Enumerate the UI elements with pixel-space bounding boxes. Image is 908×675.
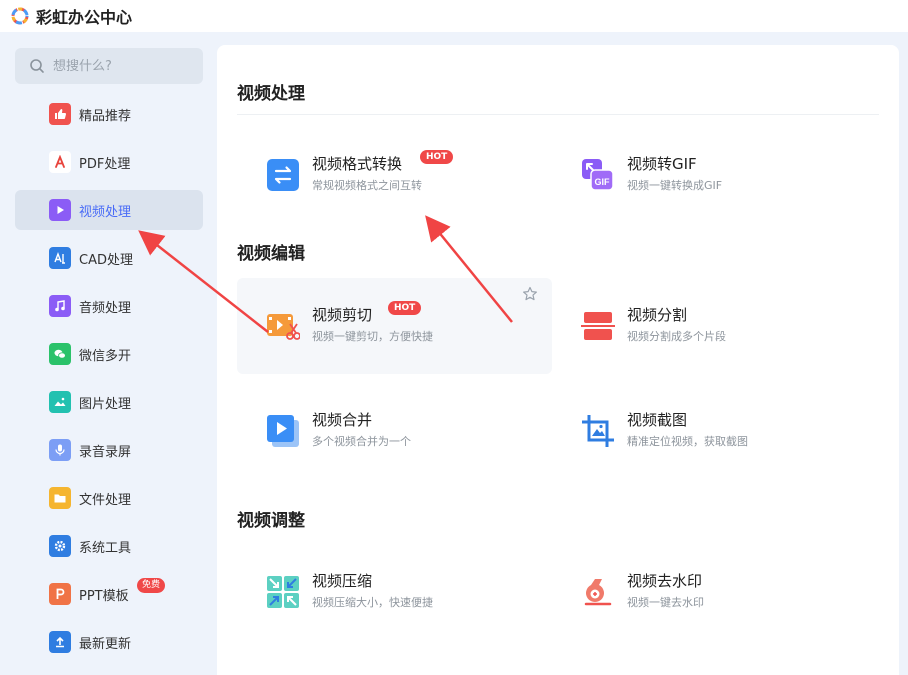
title-bar: 彩虹办公中心 (0, 0, 908, 32)
gif-icon-text: GIF (595, 177, 611, 187)
search-icon (30, 59, 44, 73)
card-name: 视频截图 (627, 411, 688, 429)
upload-icon (49, 631, 71, 653)
card-video-split[interactable]: 视频分割 视频分割成多个片段 (552, 278, 867, 374)
sidebar-item-wechat[interactable]: 微信多开 (15, 334, 203, 374)
music-icon (49, 295, 71, 317)
sidebar-item-label: 精品推荐 (79, 108, 132, 124)
pdf-icon (49, 151, 71, 173)
divider (237, 114, 879, 115)
folder-icon (49, 487, 71, 509)
sidebar-item-label: 微信多开 (79, 348, 132, 364)
sidebar-item-label: CAD处理 (79, 252, 133, 268)
microphone-icon (49, 439, 71, 461)
sidebar-item-ppt[interactable]: PPT模板 免费 (15, 574, 203, 614)
card-desc: 视频一键剪切，方便快捷 (312, 330, 433, 343)
thumbs-up-icon (49, 103, 71, 125)
card-video-merge[interactable]: 视频合并 多个视频合并为一个 (237, 383, 552, 479)
sidebar-item-label: 图片处理 (79, 396, 132, 412)
sidebar-item-cad[interactable]: CAD处理 (15, 238, 203, 278)
section-title-video-processing: 视频处理 (237, 84, 305, 104)
card-name: 视频分割 (627, 306, 688, 324)
split-icon (581, 312, 615, 340)
sidebar-item-updates[interactable]: 最新更新 (15, 622, 203, 662)
card-name: 视频合并 (312, 411, 373, 429)
free-badge: 免费 (137, 578, 166, 593)
merge-icon (267, 415, 299, 447)
card-desc: 视频分割成多个片段 (627, 330, 726, 343)
hot-badge: HOT (388, 301, 422, 315)
sidebar-item-label: 视频处理 (79, 204, 132, 220)
card-name: 视频去水印 (627, 572, 703, 590)
card-video-screenshot[interactable]: 视频截图 精准定位视频，获取截图 (552, 383, 867, 479)
main-panel: 视频处理 视频格式转换 HOT 常规视频格式之间互转 GIF 视频转GIF 视频… (217, 45, 899, 675)
card-video-cut[interactable]: 视频剪切 HOT 视频一键剪切，方便快捷 (237, 278, 552, 374)
sidebar: 精品推荐 PDF处理 视频处理 CAD处理 音频处理 (0, 32, 217, 675)
card-name: 视频剪切 (312, 306, 373, 324)
card-name: 视频转GIF (627, 155, 697, 173)
image-icon (49, 391, 71, 413)
card-desc: 视频一键去水印 (627, 596, 704, 609)
search-box[interactable] (15, 48, 203, 84)
rainbow-logo-icon (11, 7, 29, 25)
sidebar-item-file[interactable]: 文件处理 (15, 478, 203, 518)
card-desc: 视频一键转换成GIF (627, 179, 723, 192)
app-title: 彩虹办公中心 (36, 8, 133, 27)
card-video-compress[interactable]: 视频压缩 视频压缩大小，快速便捷 (237, 544, 552, 640)
section-title-video-adjust: 视频调整 (237, 511, 305, 531)
sidebar-item-audio[interactable]: 音频处理 (15, 286, 203, 326)
sidebar-item-label: 最新更新 (79, 636, 132, 652)
sidebar-item-system[interactable]: 系统工具 (15, 526, 203, 566)
watermark-remove-icon (584, 579, 612, 606)
card-desc: 精准定位视频，获取截图 (627, 435, 748, 448)
card-desc: 常规视频格式之间互转 (312, 179, 422, 192)
search-input[interactable] (53, 58, 183, 74)
gif-icon: GIF (582, 159, 614, 191)
video-play-icon (49, 199, 71, 221)
sidebar-item-label: PPT模板 (79, 588, 129, 604)
sidebar-item-record[interactable]: 录音录屏 (15, 430, 203, 470)
convert-icon (267, 159, 299, 191)
sidebar-item-label: 音频处理 (79, 300, 132, 316)
ppt-icon (49, 583, 71, 605)
star-icon[interactable] (522, 286, 538, 302)
sidebar-item-pdf[interactable]: PDF处理 (15, 142, 203, 182)
crop-icon (582, 415, 614, 447)
card-video-to-gif[interactable]: GIF 视频转GIF 视频一键转换成GIF (552, 127, 867, 223)
video-cut-icon (267, 314, 300, 340)
card-video-watermark-remove[interactable]: 视频去水印 视频一键去水印 (552, 544, 867, 640)
wechat-icon (49, 343, 71, 365)
card-desc: 多个视频合并为一个 (312, 435, 411, 448)
card-name: 视频格式转换 (312, 155, 403, 173)
card-desc: 视频压缩大小，快速便捷 (312, 596, 433, 609)
sidebar-item-image[interactable]: 图片处理 (15, 382, 203, 422)
sidebar-item-video[interactable]: 视频处理 (15, 190, 203, 230)
sidebar-item-featured[interactable]: 精品推荐 (15, 94, 203, 134)
card-video-format-convert[interactable]: 视频格式转换 HOT 常规视频格式之间互转 (237, 127, 552, 223)
hot-badge: HOT (420, 150, 454, 164)
cad-icon (49, 247, 71, 269)
card-name: 视频压缩 (312, 572, 373, 590)
compress-icon (267, 576, 299, 608)
sidebar-item-label: 系统工具 (79, 540, 132, 556)
gear-icon (49, 535, 71, 557)
sidebar-nav: 精品推荐 PDF处理 视频处理 CAD处理 音频处理 微信多开 图片处理 录音录… (15, 94, 203, 670)
section-title-video-editing: 视频编辑 (237, 244, 305, 264)
sidebar-item-label: 文件处理 (79, 492, 132, 508)
sidebar-item-label: PDF处理 (79, 156, 131, 172)
sidebar-item-label: 录音录屏 (79, 444, 132, 460)
